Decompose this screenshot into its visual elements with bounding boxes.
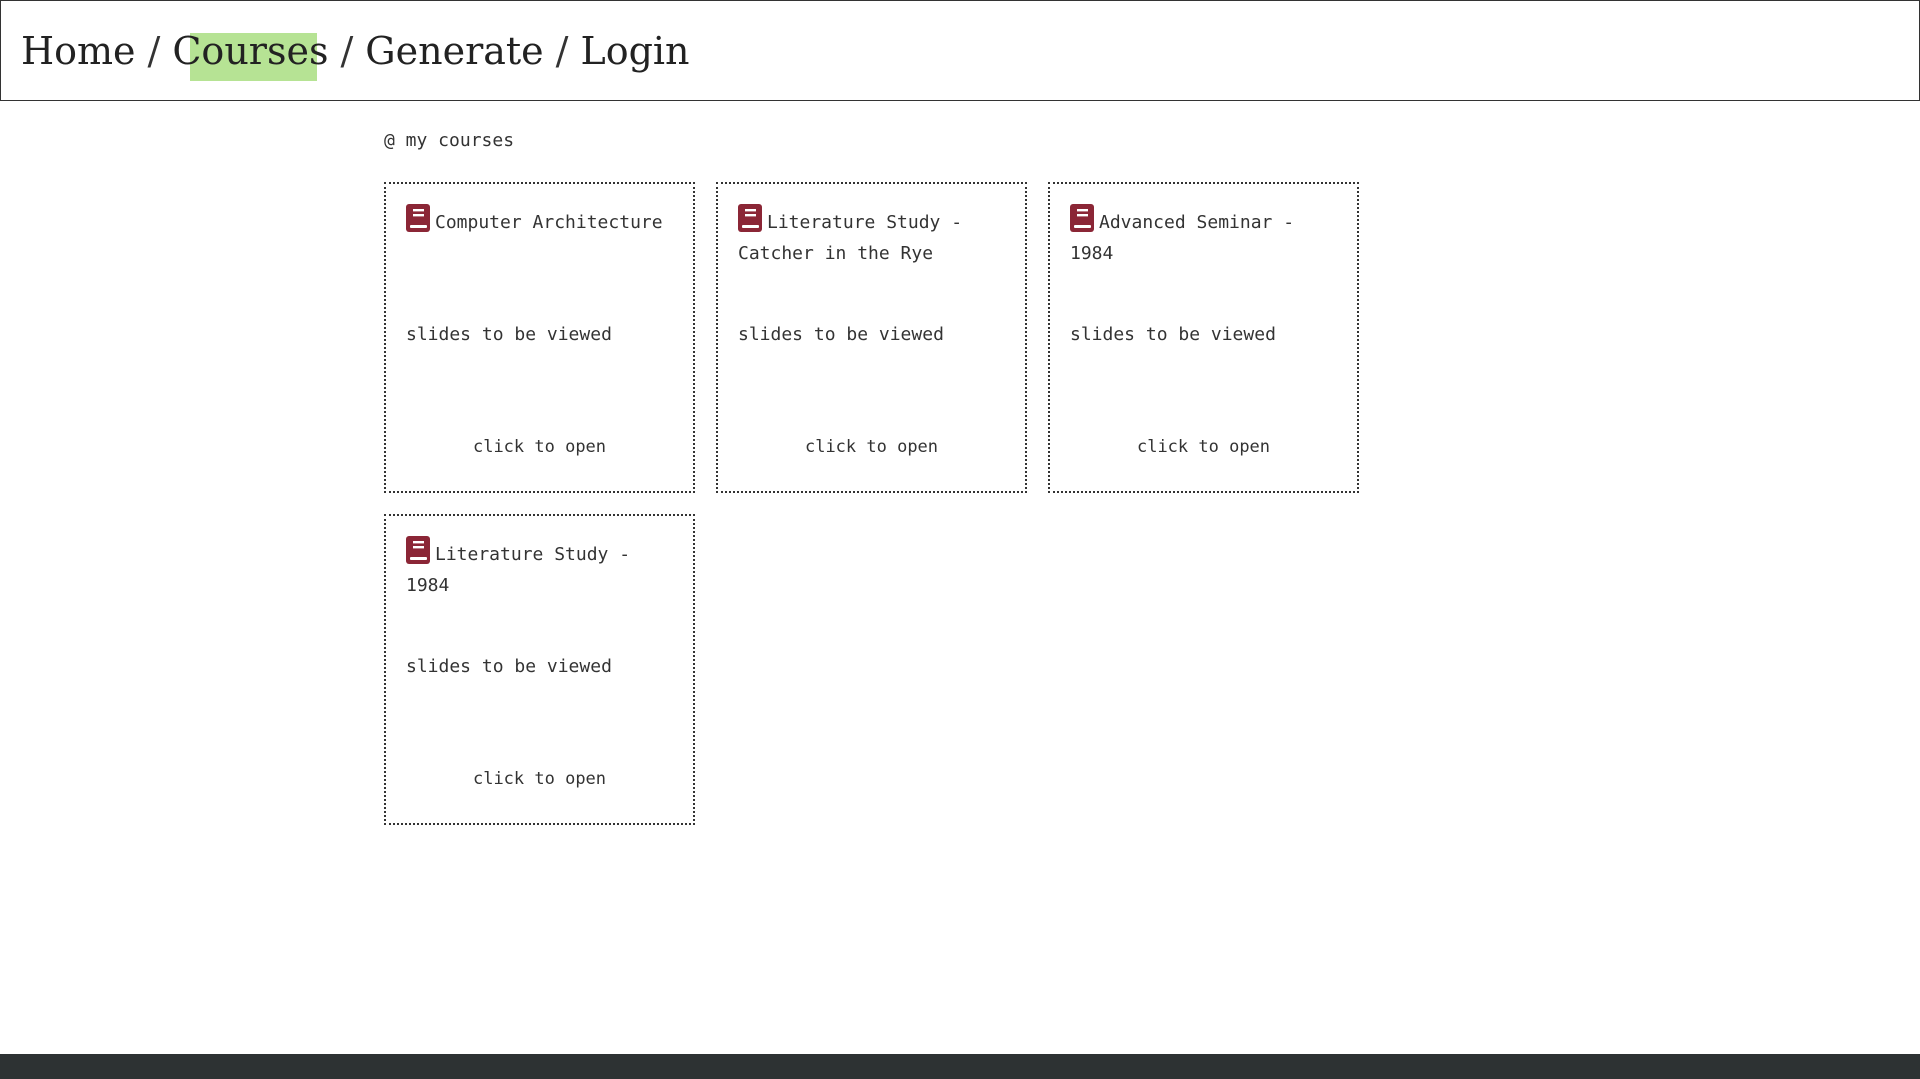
open-course-link[interactable]: click to open [386, 769, 693, 789]
course-subtitle: slides to be viewed [738, 324, 944, 345]
course-title-row: Literature Study - Catcher in the Rye [738, 204, 1011, 269]
top-navigation-bar: Home / Courses / Generate / Login [0, 0, 1920, 101]
course-subtitle: slides to be viewed [1070, 324, 1276, 345]
nav-link-courses[interactable]: Courses [172, 29, 328, 81]
course-card-literature-study-1984[interactable]: Literature Study - 1984 slides to be vie… [384, 514, 695, 825]
nav-link-generate[interactable]: Generate [365, 29, 543, 73]
nav-link-home[interactable]: Home [21, 29, 136, 73]
open-course-link[interactable]: click to open [718, 437, 1025, 457]
course-subtitle: slides to be viewed [406, 656, 612, 677]
open-course-link[interactable]: click to open [1050, 437, 1357, 457]
course-title-row: Advanced Seminar - 1984 [1070, 204, 1343, 269]
book-icon [406, 204, 430, 232]
book-icon [738, 204, 762, 232]
course-title: Advanced Seminar - 1984 [1070, 212, 1295, 264]
nav-separator: / [340, 29, 354, 73]
breadcrumb-nav: Home / Courses / Generate / Login [21, 1, 690, 101]
course-card-computer-architecture[interactable]: Computer Architecture slides to be viewe… [384, 182, 695, 493]
open-course-link[interactable]: click to open [386, 437, 693, 457]
course-card-catcher-in-the-rye[interactable]: Literature Study - Catcher in the Rye sl… [716, 182, 1027, 493]
nav-link-login[interactable]: Login [580, 29, 689, 73]
course-subtitle: slides to be viewed [406, 324, 612, 345]
book-icon [1070, 204, 1094, 232]
course-title: Literature Study - 1984 [406, 544, 631, 596]
course-title: Computer Architecture [435, 212, 663, 233]
course-title: Literature Study - Catcher in the Rye [738, 212, 963, 264]
course-title-row: Computer Architecture [406, 204, 679, 238]
footer-bar [0, 1054, 1920, 1079]
course-card-advanced-seminar-1984[interactable]: Advanced Seminar - 1984 slides to be vie… [1048, 182, 1359, 493]
nav-separator: / [555, 29, 569, 73]
section-title: @ my courses [384, 130, 515, 151]
book-icon [406, 536, 430, 564]
course-title-row: Literature Study - 1984 [406, 536, 679, 601]
nav-separator: / [147, 29, 161, 73]
